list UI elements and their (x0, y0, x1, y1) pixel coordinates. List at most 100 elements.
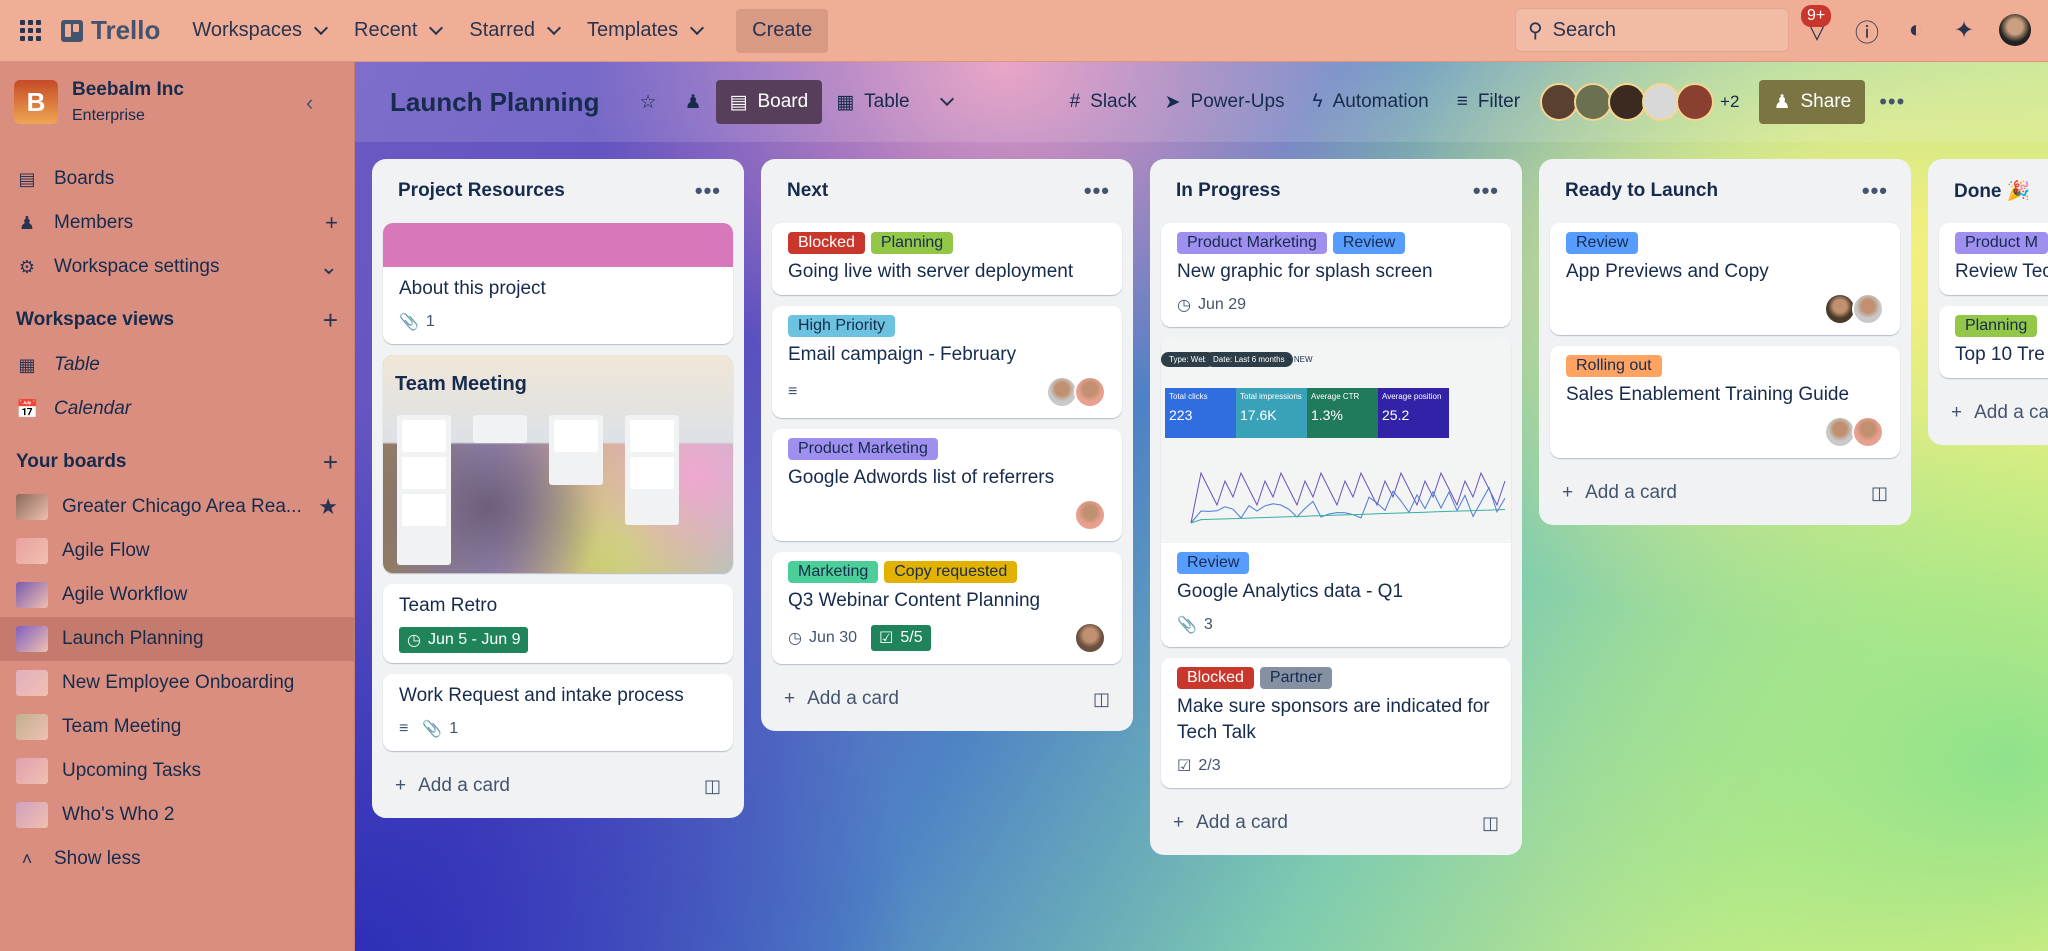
card[interactable]: Product M Review Tec (1939, 223, 2048, 295)
templates-menu[interactable]: Templates (573, 9, 716, 53)
chevron-down-icon[interactable]: ⌄ (320, 254, 338, 280)
card[interactable]: Product Marketing Review New graphic for s… (1161, 223, 1511, 327)
sidebar-board[interactable]: Team Meeting (0, 705, 354, 749)
board-view-button[interactable]: ▤ Board (715, 80, 823, 124)
list-menu-icon[interactable]: ••• (1473, 178, 1499, 204)
card[interactable]: High Priority Email campaign - February ≡ (772, 306, 1122, 418)
more-views-chevron-icon[interactable] (924, 80, 966, 124)
member-avatar[interactable] (1074, 622, 1106, 654)
card-template-icon[interactable]: ◫ (1482, 813, 1499, 834)
card-label[interactable]: Review (1177, 552, 1250, 574)
list-title[interactable]: Project Resources (398, 180, 565, 202)
profile-avatar[interactable] (1999, 14, 2031, 46)
list-title[interactable]: Next (787, 180, 828, 202)
extra-members-count[interactable]: +2 (1720, 92, 1739, 112)
slack-button[interactable]: # Slack (1056, 80, 1151, 124)
ai-sparkle-icon[interactable]: ✦ (1948, 14, 1980, 46)
member-avatar[interactable] (1852, 416, 1884, 448)
recent-menu[interactable]: Recent (340, 9, 455, 53)
automation-button[interactable]: ϟ Automation (1299, 80, 1443, 124)
card[interactable]: Blocked Partner Make sure sponsors are ind… (1161, 658, 1511, 788)
list-title[interactable]: Ready to Launch (1565, 180, 1718, 202)
collapse-sidebar-icon[interactable]: ‹ (306, 90, 313, 116)
card-label[interactable]: Product Marketing (1177, 232, 1327, 254)
card[interactable]: Blocked Planning Going live with server de… (772, 223, 1122, 295)
sidebar-item-workspace-settings[interactable]: ⚙ Workspace settings ⌄ (0, 245, 354, 289)
sidebar-view-table[interactable]: ▦ Table (0, 343, 354, 387)
card-template-icon[interactable]: ◫ (1093, 689, 1110, 710)
member-avatar[interactable] (1074, 376, 1106, 408)
card-template-icon[interactable]: ◫ (1871, 483, 1888, 504)
card-label[interactable]: Rolling out (1566, 355, 1662, 377)
sidebar-board[interactable]: Launch Planning (0, 617, 354, 661)
card-label[interactable]: Planning (870, 232, 954, 254)
add-card-button[interactable]: + Add a card ◫ (1161, 799, 1511, 847)
card-label[interactable]: Planning (1955, 315, 2038, 337)
card[interactable]: Rolling out Sales Enablement Training Gui… (1550, 346, 1900, 458)
theme-contrast-icon[interactable]: ◐ (1900, 14, 1932, 46)
visibility-icon[interactable]: ♟ (671, 80, 716, 124)
member-avatar[interactable] (1540, 83, 1579, 121)
card-label[interactable]: Blocked (1177, 667, 1254, 689)
card[interactable]: Marketing Copy requested Q3 Webinar Conten… (772, 552, 1122, 664)
power-ups-button[interactable]: ➤ Power-Ups (1151, 80, 1299, 124)
card[interactable]: Type: Web Date: Last 6 months + NEW Total c… (1161, 338, 1511, 647)
add-member-icon[interactable]: + (325, 210, 338, 236)
sidebar-board[interactable]: Upcoming Tasks (0, 749, 354, 793)
card-template-icon[interactable]: ◫ (704, 776, 721, 797)
add-card-button[interactable]: + Add a card ◫ (383, 762, 733, 810)
board-title[interactable]: Launch Planning (390, 87, 599, 118)
starred-menu[interactable]: Starred (455, 9, 573, 53)
star-icon[interactable]: ★ (318, 494, 338, 520)
card-label[interactable]: Review (1566, 232, 1639, 254)
create-button[interactable]: Create (736, 8, 829, 53)
star-board-icon[interactable]: ☆ (625, 80, 670, 124)
card-label[interactable]: High Priority (788, 315, 896, 337)
sidebar-board[interactable]: Who's Who 2 (0, 793, 354, 837)
trello-logo[interactable]: Trello (61, 15, 160, 46)
filter-button[interactable]: ≡ Filter (1443, 80, 1534, 124)
card-label[interactable]: Marketing (788, 561, 879, 583)
card-label[interactable]: Product M (1955, 232, 2048, 254)
card[interactable]: Team Retro ◷ Jun 5 - Jun 9 (383, 584, 733, 663)
app-switcher-icon[interactable] (20, 20, 41, 41)
add-card-button[interactable]: + Add a card ◫ (772, 675, 1122, 723)
sidebar-board[interactable]: Agile Flow (0, 529, 354, 573)
sidebar-board[interactable]: Greater Chicago Area Rea... ★ (0, 485, 354, 529)
add-view-icon[interactable]: + (323, 305, 338, 336)
due-date-badge[interactable]: ◷ Jun 30 (788, 628, 857, 648)
card-label[interactable]: Blocked (788, 232, 865, 254)
member-avatar[interactable] (1676, 83, 1715, 121)
share-button[interactable]: ♟ Share (1759, 80, 1866, 124)
sidebar-item-boards[interactable]: ▤ Boards (0, 157, 354, 201)
sidebar-view-calendar[interactable]: 📅 Calendar (0, 387, 354, 431)
due-date-badge[interactable]: ◷ Jun 29 (1177, 295, 1246, 315)
member-avatar[interactable] (1608, 83, 1647, 121)
card-label[interactable]: Copy requested (884, 561, 1018, 583)
table-view-button[interactable]: ▦ Table (822, 80, 923, 124)
list-menu-icon[interactable]: ••• (1862, 178, 1888, 204)
card[interactable]: Planning Top 10 Tre (1939, 306, 2048, 378)
card-label[interactable]: Review (1332, 232, 1406, 254)
show-less-button[interactable]: ˄ Show less (0, 837, 354, 881)
board-members[interactable] (1540, 83, 1715, 121)
help-icon[interactable]: ⓘ (1851, 14, 1883, 47)
add-card-button[interactable]: + Add a card ◫ (1550, 469, 1900, 517)
sidebar-board[interactable]: Agile Workflow (0, 573, 354, 617)
card-label[interactable]: Product Marketing (788, 438, 938, 460)
list-menu-icon[interactable]: ••• (695, 178, 721, 204)
board-menu-icon[interactable]: ••• (1865, 80, 1919, 124)
card[interactable]: Team Meeting (383, 355, 733, 573)
sidebar-board[interactable]: New Employee Onboarding (0, 661, 354, 705)
list-menu-icon[interactable]: ••• (1084, 178, 1110, 204)
list-title[interactable]: In Progress (1176, 180, 1281, 202)
card[interactable]: Work Request and intake process ≡ 📎 1 (383, 674, 733, 751)
sidebar-item-members[interactable]: ♟ Members + (0, 201, 354, 245)
workspaces-menu[interactable]: Workspaces (178, 9, 340, 53)
list-title[interactable]: Done 🎉 (1954, 179, 2030, 203)
add-board-icon[interactable]: + (323, 447, 338, 478)
member-avatar[interactable] (1852, 293, 1884, 325)
card[interactable]: Product Marketing Google Adwords list of … (772, 429, 1122, 541)
search-input[interactable]: ⚲ Search (1515, 8, 1789, 52)
card[interactable]: Review App Previews and Copy (1550, 223, 1900, 335)
